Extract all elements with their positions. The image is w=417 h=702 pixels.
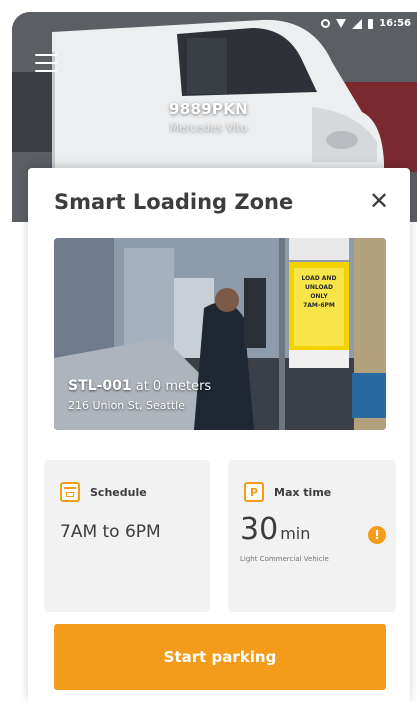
schedule-header: Schedule bbox=[60, 482, 147, 502]
sign-line: ONLY bbox=[310, 293, 328, 300]
max-time-number: 30 bbox=[240, 512, 279, 547]
card-title: Smart Loading Zone bbox=[54, 190, 294, 214]
zone-id-line: STL-001 at 0 meters bbox=[68, 378, 211, 394]
status-time: 16:56 bbox=[379, 18, 411, 29]
max-time-value: 30 min bbox=[240, 512, 310, 547]
parking-icon: P bbox=[244, 482, 264, 502]
battery-icon bbox=[368, 18, 374, 29]
zone-sign: LOAD AND UNLOAD ONLY 7AM-6PM bbox=[298, 274, 340, 310]
zone-address: 216 Union St, Seattle bbox=[68, 399, 185, 412]
calendar-icon bbox=[60, 482, 80, 502]
vehicle-model: Mercedes Vito bbox=[169, 121, 248, 134]
hamburger-icon-line bbox=[35, 54, 57, 56]
signal-icon bbox=[352, 18, 363, 29]
loading-zone-card: Smart Loading Zone ✕ LOAD AND UNLOAD ONL… bbox=[28, 168, 410, 702]
vehicle-plate: 9889PKN bbox=[168, 100, 249, 118]
vehicle-class: Light Commercial Vehicle bbox=[240, 555, 329, 563]
alarm-icon bbox=[321, 19, 331, 28]
zone-id: STL-001 bbox=[68, 378, 132, 394]
max-time-unit: min bbox=[280, 524, 311, 543]
start-parking-button[interactable]: Start parking bbox=[54, 624, 386, 690]
zone-photo: LOAD AND UNLOAD ONLY 7AM-6PM STL-001 at … bbox=[54, 238, 386, 430]
schedule-value: 7AM to 6PM bbox=[60, 522, 161, 542]
schedule-label: Schedule bbox=[90, 485, 147, 499]
menu-button[interactable] bbox=[35, 54, 57, 72]
hamburger-icon-line bbox=[35, 70, 57, 72]
info-icon[interactable]: ! bbox=[368, 526, 386, 544]
wifi-icon bbox=[336, 19, 347, 28]
zone-distance: at 0 meters bbox=[135, 379, 212, 394]
sign-line: UNLOAD bbox=[304, 284, 334, 291]
max-time-box: P Max time 30 min ! Light Commercial Vehi… bbox=[228, 460, 396, 612]
sign-line: LOAD AND bbox=[301, 275, 337, 282]
close-button[interactable]: ✕ bbox=[366, 188, 392, 214]
max-time-header: P Max time bbox=[244, 482, 331, 502]
max-time-label: Max time bbox=[274, 485, 332, 499]
sign-line: 7AM-6PM bbox=[303, 302, 335, 309]
hamburger-icon-line bbox=[35, 62, 57, 64]
status-bar: 16:56 bbox=[321, 18, 411, 29]
schedule-box: Schedule 7AM to 6PM bbox=[44, 460, 210, 612]
